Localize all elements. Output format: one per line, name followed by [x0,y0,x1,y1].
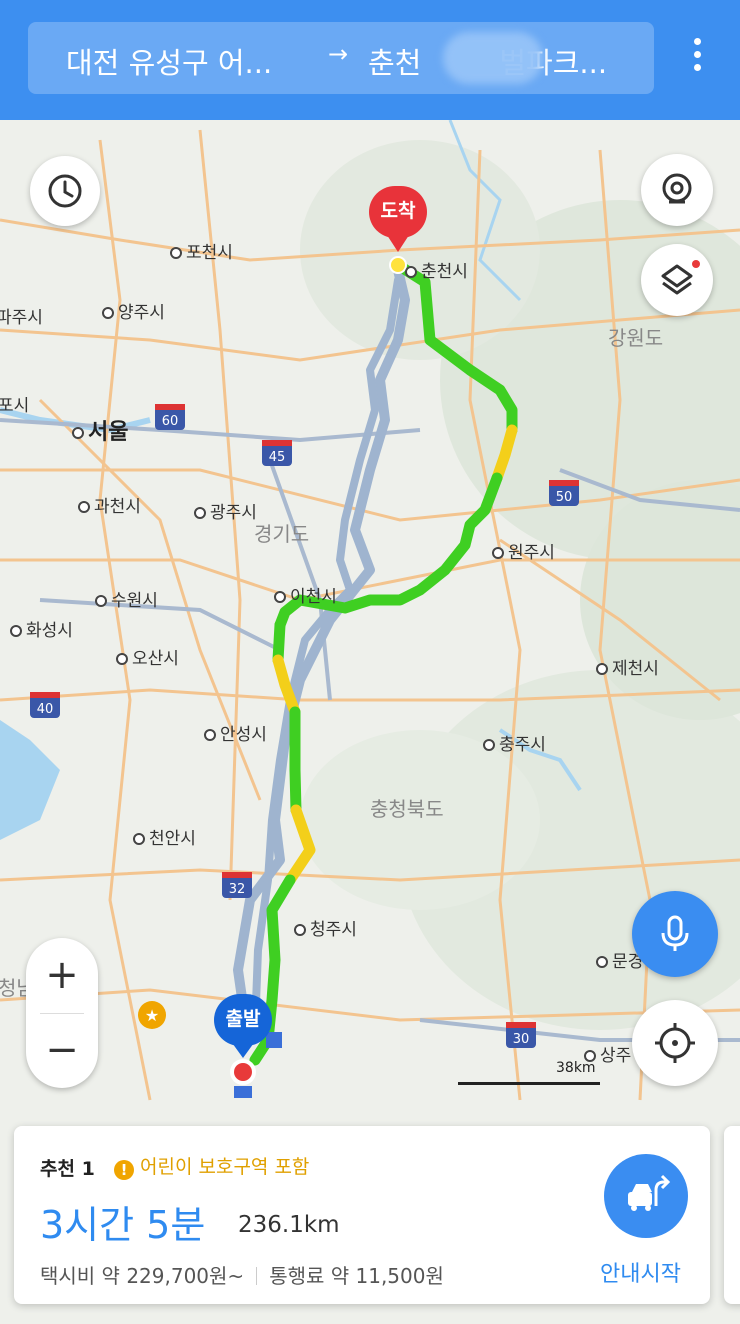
car-route-icon [628,1174,671,1211]
map-label-anseong: 안성시 [204,720,267,745]
map-label-seoul: 서울 [72,414,128,446]
route-card[interactable]: 추천 1 ! 어린이 보호구역 포함 3시간 5분 236.1km 택시비 약 2… [14,1126,710,1304]
current-location-button[interactable] [632,1000,718,1086]
warning-icon: ! [114,1160,134,1180]
svg-text:60: 60 [162,414,179,429]
svg-text:30: 30 [513,1032,530,1047]
layers-icon [661,260,700,295]
mic-icon [661,915,689,951]
svg-text:40: 40 [37,702,54,717]
map-label-suwon: 수원시 [95,586,158,611]
route-search-box[interactable]: 대전 유성구 어... → 춘천 벌파크... [28,22,654,94]
route-tag: 추천 1 [40,1158,95,1180]
zoom-in-icon[interactable]: + [26,938,98,1013]
route-header: 대전 유성구 어... → 춘천 벌파크... [0,0,740,120]
start-guidance-label[interactable]: 안내시작 [600,1256,681,1288]
svg-text:32: 32 [229,882,246,897]
map-label-chungbuk: 충청북도 [370,797,444,821]
toll-fee: 통행료 약 11,500원 [269,1264,444,1288]
map-label-wonju: 원주시 [492,538,555,563]
scale-label: 38km [556,1060,596,1076]
layers-button[interactable] [641,244,713,316]
start-guidance-button[interactable] [604,1154,688,1238]
origin-text[interactable]: 대전 유성구 어... [66,40,272,82]
map-label-cheongju: 청주시 [294,915,357,940]
map-label-osan: 오산시 [116,644,179,669]
map-label-chungju: 충주시 [483,730,546,755]
arrival-pin-label: 도착 [369,186,427,238]
street-view-button[interactable] [641,154,713,226]
svg-text:45: 45 [269,450,286,465]
map-label-icheon: 이천시 [274,582,337,607]
map-label-gwangju: 광주시 [194,498,257,523]
history-icon [48,174,82,208]
next-route-card[interactable] [724,1126,740,1304]
fare-info: 택시비 약 229,700원~ 통행료 약 11,500원 [40,1260,444,1289]
map-label-chuncheon: 춘천시 [405,257,468,282]
location-icon [655,1023,695,1063]
map-label-hwaseong: 화성시 [10,616,73,641]
map-label-jecheon: 제천시 [596,654,659,679]
zoom-control: + − [26,938,98,1088]
arrival-pin[interactable]: 도착 [369,186,427,254]
history-button[interactable] [30,156,100,226]
more-icon[interactable] [680,34,714,82]
map-label-yangju: 양주시 [102,298,165,323]
scale-bar [458,1082,600,1085]
map-label-gwacheon: 과천시 [78,492,141,517]
eta-time: 3시간 5분 [40,1203,206,1247]
map-label-gimpo: 포시 [0,396,30,416]
route-distance: 236.1km [238,1212,340,1238]
voice-search-button[interactable] [632,891,718,977]
map-label-pocheon: 포천시 [170,238,233,263]
taxi-fare: 택시비 약 229,700원~ [40,1264,245,1288]
redaction-blur [443,32,543,84]
zoom-out-icon[interactable]: − [26,1013,98,1088]
school-zone-warning: ! 어린이 보호구역 포함 [114,1152,309,1180]
map-label-paju: 파주시 [0,308,43,328]
map-label-cheonan: 천안시 [133,824,196,849]
departure-pin-label: 출발 [214,994,272,1046]
street-view-icon [662,173,692,204]
map-label-gangwon: 강원도 [608,326,664,350]
map-label-gyeonggi: 경기도 [254,522,310,546]
svg-text:★: ★ [145,1006,159,1025]
arrow-icon: → [328,40,349,68]
svg-text:50: 50 [556,490,573,505]
departure-pin[interactable]: 출발 [214,994,272,1060]
